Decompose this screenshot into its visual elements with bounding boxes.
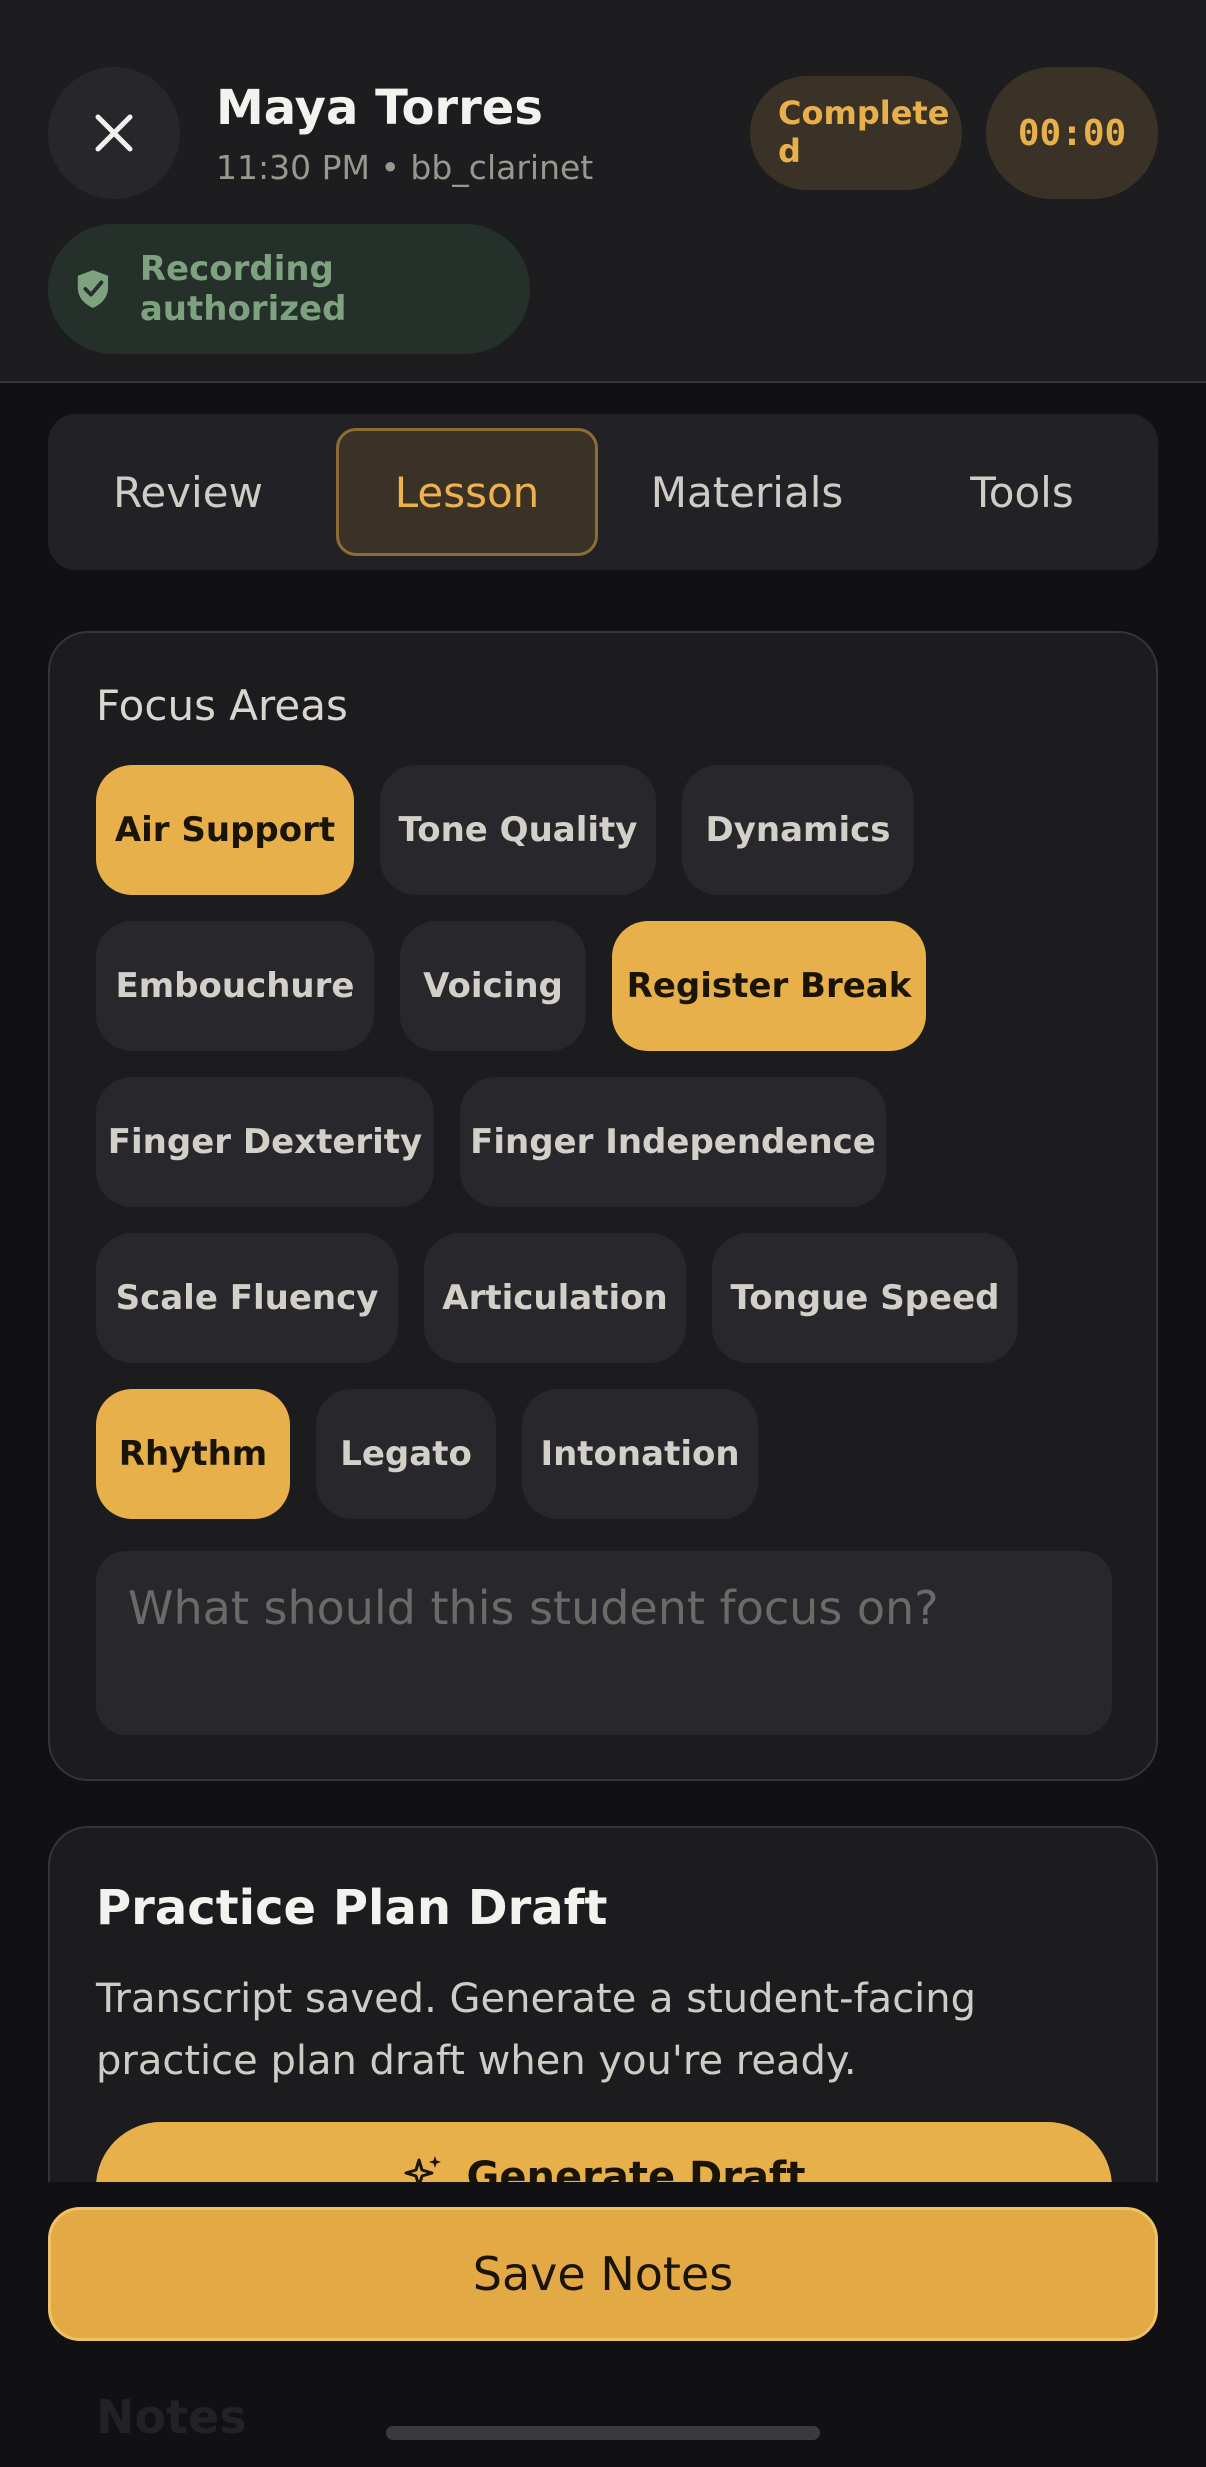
focus-chip-tone-quality[interactable]: Tone Quality [380,765,656,895]
tab-review[interactable]: Review [62,428,314,556]
tab-bar: Review Lesson Materials Tools [48,414,1158,570]
focus-areas-title: Focus Areas [96,681,348,730]
notes-section-title: Notes [96,2390,247,2444]
focus-chip-register-break[interactable]: Register Break [612,921,926,1051]
status-badge: Completed [750,76,962,190]
focus-chip-intonation[interactable]: Intonation [522,1389,758,1519]
recording-status-pill: Recording authorized [48,224,530,354]
focus-chip-articulation[interactable]: Articulation [424,1233,686,1363]
focus-chip-dynamics[interactable]: Dynamics [682,765,914,895]
focus-chip-legato[interactable]: Legato [316,1389,496,1519]
student-name: Maya Torres [216,80,543,136]
focus-chip-rhythm[interactable]: Rhythm [96,1389,290,1519]
focus-chip-voicing[interactable]: Voicing [400,921,586,1051]
close-button[interactable] [48,67,180,199]
focus-areas-card: Focus Areas Air Support Tone Quality Dyn… [48,631,1158,1781]
tab-tools[interactable]: Tools [898,428,1146,556]
recording-status-text: Recording authorized [139,249,347,329]
tab-lesson[interactable]: Lesson [336,428,598,556]
focus-chip-air-support[interactable]: Air Support [96,765,354,895]
focus-chip-finger-dexterity[interactable]: Finger Dexterity [96,1077,434,1207]
shield-check-icon [77,270,109,308]
home-indicator [386,2426,820,2440]
focus-chip-tongue-speed[interactable]: Tongue Speed [712,1233,1018,1363]
focus-chip-embouchure[interactable]: Embouchure [96,921,374,1051]
session-meta: 11:30 PM • bb_clarinet [216,148,594,187]
focus-chip-scale-fluency[interactable]: Scale Fluency [96,1233,398,1363]
save-notes-button[interactable]: Save Notes [48,2207,1158,2341]
practice-plan-description: Transcript saved. Generate a student-fac… [96,1976,977,2084]
session-timer: 00:00 [986,67,1158,199]
focus-chip-finger-independence[interactable]: Finger Independence [460,1077,886,1207]
focus-notes-input[interactable]: What should this student focus on? [96,1551,1112,1735]
practice-plan-title: Practice Plan Draft [96,1880,608,1936]
tab-materials[interactable]: Materials [612,428,882,556]
close-icon [95,114,133,152]
session-header: Maya Torres 11:30 PM • bb_clarinet Compl… [0,0,1206,383]
